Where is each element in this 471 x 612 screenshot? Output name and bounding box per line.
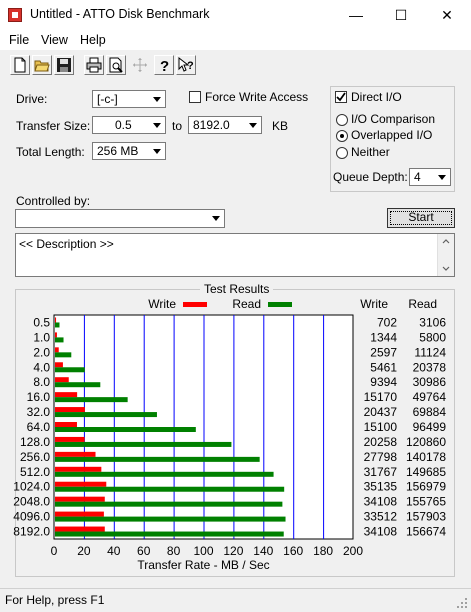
write-bar (55, 362, 63, 368)
write-value: 33512 (364, 510, 398, 524)
x-tick-label: 0 (51, 544, 58, 558)
x-tick-label: 200 (343, 544, 363, 558)
x-tick-label: 80 (167, 544, 181, 558)
legend-write-swatch (183, 302, 207, 307)
resize-grip-icon[interactable] (455, 596, 468, 609)
write-value: 15170 (364, 390, 398, 404)
category-label: 16.0 (27, 390, 51, 404)
write-bar (55, 451, 96, 457)
write-bar (55, 436, 85, 442)
legend-read-swatch (268, 302, 292, 307)
read-value: 156979 (406, 480, 446, 494)
x-tick-label: 120 (223, 544, 243, 558)
read-value: 156674 (406, 525, 446, 539)
read-bar (55, 382, 101, 388)
read-value: 30986 (413, 375, 447, 389)
category-label: 1.0 (33, 330, 50, 344)
category-label: 256.0 (20, 450, 50, 464)
read-value: 3106 (419, 315, 446, 329)
x-tick-label: 140 (253, 544, 273, 558)
category-label: 2.0 (33, 345, 50, 359)
write-bar (55, 526, 105, 532)
write-value: 1344 (370, 330, 397, 344)
category-label: 512.0 (20, 465, 50, 479)
read-bar (55, 322, 60, 328)
write-value: 702 (377, 315, 397, 329)
write-value: 15100 (364, 420, 398, 434)
x-tick-label: 180 (313, 544, 333, 558)
read-bar (55, 352, 72, 358)
write-bar (55, 466, 102, 472)
write-value: 27798 (364, 450, 398, 464)
read-value: 20378 (413, 360, 447, 374)
read-bar (55, 441, 232, 447)
write-bar (55, 392, 78, 398)
write-bar (55, 407, 85, 413)
read-bar (55, 516, 286, 522)
read-value: 5800 (419, 330, 446, 344)
read-value: 140178 (406, 450, 446, 464)
read-value: 96499 (413, 420, 447, 434)
write-value: 5461 (370, 360, 397, 374)
read-value: 157903 (406, 510, 446, 524)
write-value: 9394 (370, 375, 397, 389)
read-bar (55, 486, 285, 492)
read-value: 49764 (413, 390, 447, 404)
read-value: 149685 (406, 465, 446, 479)
read-bar (55, 456, 260, 462)
legend-write-label: Write (148, 297, 176, 311)
x-tick-label: 60 (137, 544, 151, 558)
write-bar (55, 511, 104, 517)
column-header-read: Read (408, 297, 437, 311)
x-tick-label: 160 (283, 544, 303, 558)
write-value: 20258 (364, 435, 398, 449)
write-bar (55, 317, 57, 323)
write-bar (55, 496, 105, 502)
read-value: 11124 (414, 345, 446, 359)
write-value: 34108 (364, 525, 398, 539)
column-header-write: Write (360, 297, 388, 311)
write-value: 34108 (364, 495, 398, 509)
write-bar (55, 332, 57, 338)
category-label: 128.0 (20, 435, 50, 449)
category-label: 4096.0 (13, 510, 50, 524)
read-value: 120860 (406, 435, 446, 449)
results-chart: 0 20 40 60 80 100 120 140 160 180 200 Transfer Rate… (13, 297, 447, 572)
write-value: 31767 (364, 465, 398, 479)
category-label: 32.0 (27, 405, 51, 419)
write-bar (55, 422, 77, 427)
read-bar (55, 337, 64, 343)
write-value: 35135 (364, 480, 398, 494)
category-label: 8.0 (33, 375, 50, 389)
read-bar (55, 471, 274, 477)
read-bar (55, 501, 283, 507)
category-label: 2048.0 (13, 495, 50, 509)
x-axis-label: Transfer Rate - MB / Sec (137, 558, 269, 572)
read-bar (55, 531, 284, 537)
category-label: 64.0 (27, 420, 51, 434)
read-bar (55, 367, 85, 373)
read-bar (55, 427, 196, 432)
status-text: For Help, press F1 (5, 593, 105, 607)
category-label: 1024.0 (13, 480, 50, 494)
x-tick-label: 20 (77, 544, 91, 558)
x-tick-label: 100 (193, 544, 213, 558)
read-bar (55, 412, 157, 418)
write-bar (55, 347, 59, 353)
category-label: 8192.0 (13, 525, 50, 539)
legend-read-label: Read (232, 297, 261, 311)
read-bar (55, 397, 128, 403)
read-value: 69884 (413, 405, 447, 419)
category-label: 0.5 (33, 315, 50, 329)
write-bar (55, 377, 69, 383)
read-value: 155765 (406, 495, 446, 509)
write-value: 20437 (364, 405, 398, 419)
category-label: 4.0 (33, 360, 50, 374)
write-bar (55, 481, 107, 487)
x-tick-label: 40 (107, 544, 121, 558)
write-value: 2597 (370, 345, 397, 359)
